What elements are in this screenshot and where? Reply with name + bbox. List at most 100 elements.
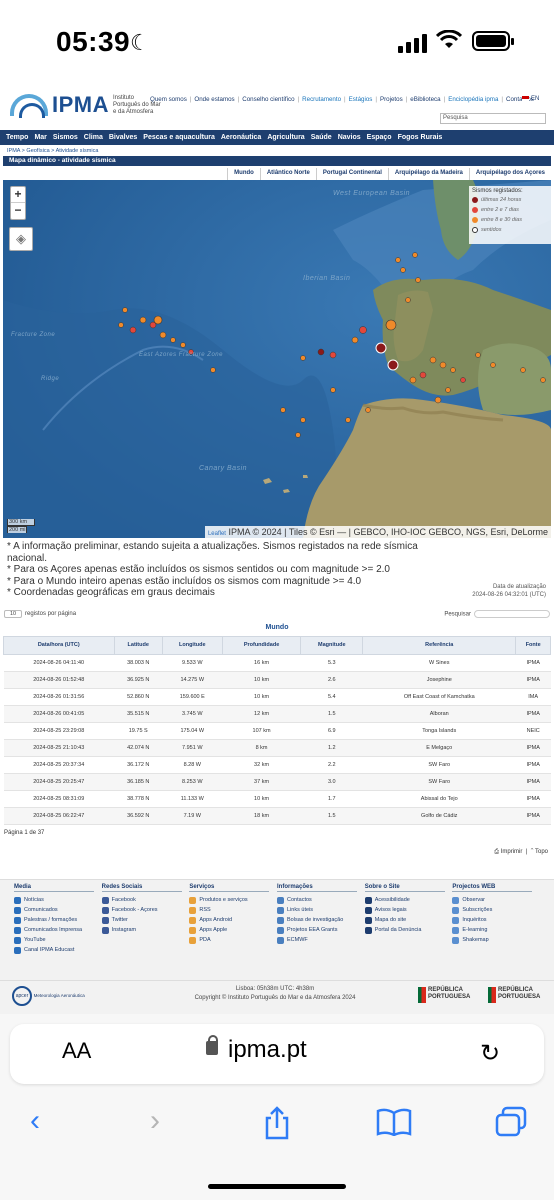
footer-link[interactable]: Projetos EEA Grants bbox=[277, 925, 365, 935]
footer-link[interactable]: Apps Android bbox=[189, 915, 277, 925]
url-field[interactable]: AA ipma.pt ↻ bbox=[10, 1024, 544, 1084]
footer-link-icon bbox=[189, 916, 197, 924]
mainnav-item[interactable]: Saúde bbox=[311, 134, 332, 141]
reader-settings-button[interactable]: AA bbox=[62, 1038, 91, 1064]
footer-link[interactable]: PDA bbox=[189, 935, 277, 945]
footer-link[interactable]: Apps Apple bbox=[189, 925, 277, 935]
mainnav-item[interactable]: Fogos Rurais bbox=[398, 134, 443, 141]
table-cell: 36.592 N bbox=[114, 807, 163, 825]
table-header[interactable]: Longitude bbox=[161, 635, 223, 655]
footer-link[interactable]: Produtos e serviços bbox=[189, 895, 277, 905]
mainnav-item[interactable]: Sismos bbox=[53, 134, 78, 141]
footer-link[interactable]: Links úteis bbox=[277, 905, 365, 915]
table-row[interactable]: 2024-08-26 04:11:40 38.003 N 9.533 W 16 km 5… bbox=[3, 654, 551, 672]
footer-link[interactable]: Mapa do site bbox=[364, 915, 453, 925]
flag-icon[interactable] bbox=[522, 96, 529, 102]
language-link[interactable]: EN bbox=[531, 96, 539, 102]
footer-link[interactable]: Comunicados bbox=[14, 905, 102, 915]
region-tab[interactable]: Portugal Continental bbox=[315, 168, 388, 180]
mainnav-item[interactable]: Pescas e aquacultura bbox=[143, 134, 215, 141]
footer-link[interactable]: YouTube bbox=[14, 935, 102, 945]
footer-link[interactable]: Contactos bbox=[277, 895, 365, 905]
table-cell: Tonga Islands bbox=[362, 722, 516, 740]
topnav-link[interactable]: Onde estamos bbox=[194, 96, 234, 103]
forward-icon[interactable]: › bbox=[150, 1104, 160, 1138]
mainnav-item[interactable]: Navios bbox=[338, 134, 361, 141]
table-header[interactable]: Data/hora (UTC) bbox=[3, 635, 115, 655]
bookmarks-icon[interactable] bbox=[376, 1108, 412, 1136]
zoom-out-button[interactable]: − bbox=[11, 203, 25, 219]
mainnav-item[interactable]: Tempo bbox=[6, 134, 28, 141]
footer-link[interactable]: Facebook bbox=[101, 895, 190, 905]
footer-link[interactable]: Shakemap bbox=[452, 935, 540, 945]
footer-link[interactable]: Canal IPMA Educast bbox=[14, 945, 102, 955]
leaflet-link[interactable]: Leaflet bbox=[208, 531, 226, 537]
region-tab[interactable]: Mundo bbox=[227, 168, 260, 180]
table-row[interactable]: 2024-08-26 01:31:56 52.860 N 159.600 E 10 k… bbox=[3, 688, 551, 706]
ipma-logo[interactable]: IPMA Instituto Português do Mar e da Atm… bbox=[10, 92, 161, 118]
table-header[interactable]: Profundidade bbox=[221, 635, 302, 655]
mainnav-item[interactable]: Aeronáutica bbox=[221, 134, 261, 141]
footer-link[interactable]: ECMWF bbox=[277, 935, 365, 945]
footer-link[interactable]: E-learning bbox=[452, 925, 540, 935]
region-tab[interactable]: Arquipélago da Madeira bbox=[387, 168, 469, 180]
footer-link[interactable]: Facebook - Açores bbox=[101, 905, 190, 915]
table-row[interactable]: 2024-08-25 06:22:47 36.592 N 7.19 W 18 km 1.… bbox=[3, 807, 551, 825]
layers-icon[interactable]: ◈ bbox=[9, 227, 33, 251]
topnav-link[interactable]: Enciclopédia ipma bbox=[448, 96, 498, 103]
table-header[interactable]: Referência bbox=[362, 635, 517, 655]
breadcrumb[interactable]: IPMA > Geofísica > Atividade sísmica bbox=[0, 145, 554, 156]
share-icon[interactable] bbox=[262, 1106, 292, 1140]
table-header[interactable]: Magnitude bbox=[300, 635, 364, 655]
footer-link[interactable]: Subscrições bbox=[452, 905, 540, 915]
footer-link[interactable]: Twitter bbox=[101, 915, 190, 925]
mainnav-item[interactable]: Espaço bbox=[367, 134, 392, 141]
table-search-input[interactable] bbox=[474, 609, 550, 618]
footer-link[interactable]: Acessibilidade bbox=[364, 895, 453, 905]
mainnav-item[interactable]: Bivalves bbox=[109, 134, 137, 141]
mainnav-item[interactable]: Mar bbox=[34, 134, 46, 141]
table-row[interactable]: 2024-08-25 20:37:34 36.172 N 8.28 W 32 km 2.… bbox=[3, 756, 551, 774]
top-link[interactable]: ⌃ Topo bbox=[531, 849, 548, 855]
footer-link[interactable]: Inquéritos bbox=[452, 915, 540, 925]
page-size-select[interactable]: 10 bbox=[4, 609, 22, 618]
zoom-in-button[interactable]: + bbox=[11, 187, 25, 203]
footer-link[interactable]: Avisos legais bbox=[364, 905, 453, 915]
table-header[interactable]: Fonte bbox=[515, 635, 551, 655]
seismic-map[interactable]: West European Basin Iberian Basin Canary… bbox=[3, 180, 551, 538]
topnav-link[interactable]: Projetos bbox=[380, 96, 403, 103]
topnav-link[interactable]: eBiblioteca bbox=[410, 96, 440, 103]
update-label: Data de atualização bbox=[492, 584, 546, 590]
footer-link[interactable]: Palestras / formações bbox=[14, 915, 102, 925]
mainnav-item[interactable]: Agricultura bbox=[267, 134, 304, 141]
search-input[interactable]: Pesquisa bbox=[440, 113, 546, 124]
back-icon[interactable]: ‹ bbox=[30, 1104, 40, 1138]
table-row[interactable]: 2024-08-26 01:52:48 36.925 N 14.275 W 10 km… bbox=[3, 671, 551, 689]
print-link[interactable]: ⎙ Imprimir bbox=[494, 849, 522, 855]
footer-link[interactable]: Comunicados Imprensa bbox=[14, 925, 102, 935]
table-row[interactable]: 2024-08-25 23:29:08 19.75 S 175.04 W 107 km… bbox=[3, 722, 551, 740]
tabs-icon[interactable] bbox=[494, 1106, 528, 1138]
table-row[interactable]: 2024-08-25 21:10:43 42.074 N 7.951 W8 km 1.… bbox=[3, 739, 551, 757]
table-row[interactable]: 2024-08-25 20:25:47 36.185 N 8.253 W 37 km 3… bbox=[3, 773, 551, 791]
footer-link[interactable]: RSS bbox=[189, 905, 277, 915]
table-row[interactable]: 2024-08-26 00:41:05 35.515 N 3.745 W 12 km 1… bbox=[3, 705, 551, 723]
topnav-link[interactable]: Estágios bbox=[349, 96, 373, 103]
footer-link[interactable]: Bolsas de investigação bbox=[277, 915, 365, 925]
topnav-link[interactable]: Quem somos bbox=[150, 96, 187, 103]
table-header[interactable]: Latitude bbox=[113, 635, 163, 655]
reload-icon[interactable]: ↻ bbox=[480, 1039, 500, 1068]
url-text[interactable]: ipma.pt bbox=[206, 1035, 307, 1064]
footer-link[interactable]: Observar bbox=[452, 895, 540, 905]
topnav-link[interactable]: Contactos bbox=[506, 96, 534, 103]
topnav-link[interactable]: Conselho científico bbox=[242, 96, 294, 103]
table-row[interactable]: 2024-08-25 08:31:09 38.778 N 11.133 W 10 km… bbox=[3, 790, 551, 808]
footer-link[interactable]: Instagram bbox=[101, 925, 190, 935]
footer-link[interactable]: Notícias bbox=[14, 895, 102, 905]
region-tab[interactable]: Arquipélago dos Açores bbox=[468, 168, 551, 180]
topnav-link[interactable]: Recrutamento bbox=[302, 96, 341, 103]
region-tab[interactable]: Atlântico Norte bbox=[259, 168, 316, 180]
mainnav-item[interactable]: Clima bbox=[84, 134, 103, 141]
main-navigation: Tempo Mar Sismos Clima Bivalves Pescas e aqua… bbox=[0, 130, 554, 145]
footer-link[interactable]: Portal da Denúncia bbox=[364, 925, 453, 935]
